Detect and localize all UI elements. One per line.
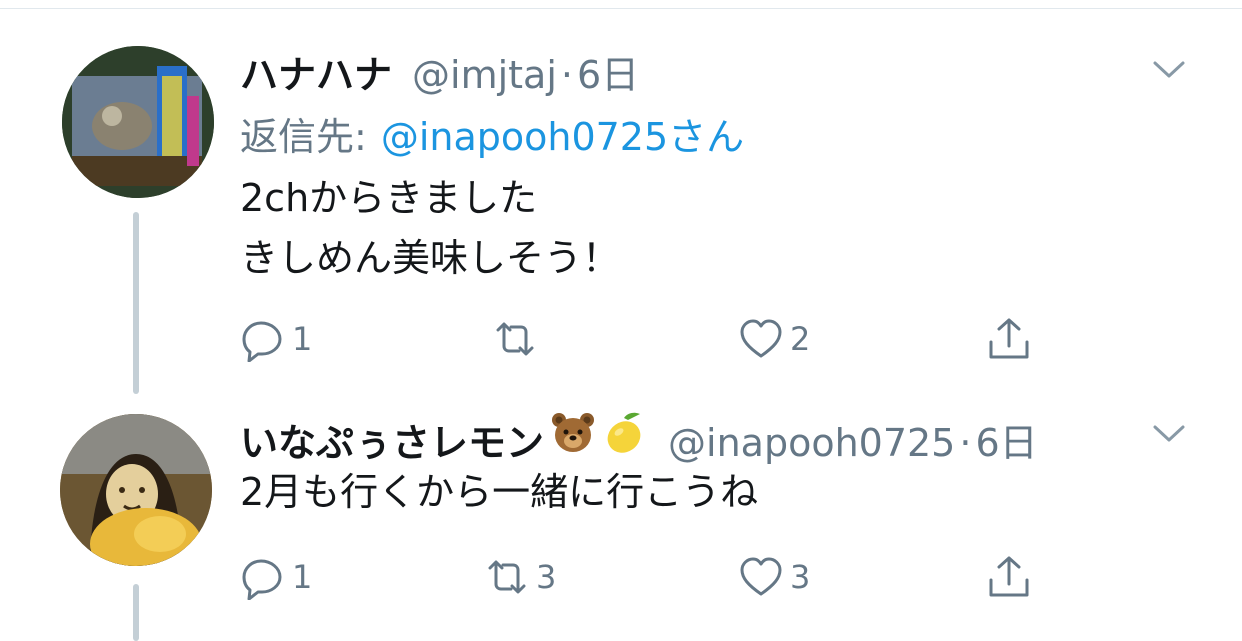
reply-mention-link[interactable]: @inapooh0725さん <box>381 115 744 159</box>
like-count: 3 <box>790 558 811 596</box>
action-bar: 1 3 3 <box>240 554 1040 604</box>
share-icon <box>989 318 1029 359</box>
reply-to: 返信先: @inapooh0725さん <box>240 106 744 161</box>
thread-line <box>133 584 139 641</box>
reply-button[interactable]: 1 <box>240 316 312 362</box>
avatar-image <box>62 46 214 198</box>
tweet-text-line: 2月も行くから一緒に行こうね <box>240 470 759 514</box>
lemon-emoji <box>607 412 641 453</box>
tweet-text-line: きしめん美味しそう！ <box>240 236 621 280</box>
display-name[interactable]: いなぷぅさレモン <box>240 412 544 467</box>
timestamp[interactable]: 6日 <box>577 44 639 99</box>
like-button[interactable]: 2 <box>738 316 810 362</box>
thread-line <box>133 212 139 394</box>
like-count: 2 <box>790 320 811 358</box>
avatar[interactable] <box>60 414 212 566</box>
avatar[interactable] <box>62 46 214 198</box>
chevron-down-icon[interactable] <box>1152 424 1186 444</box>
like-button[interactable]: 3 <box>738 554 810 600</box>
retweet-icon <box>496 322 534 356</box>
separator: · <box>959 421 972 465</box>
tweet-1[interactable]: ハナハナ @imjtaj · 6日 返信先: @inapooh0725さん 2ch… <box>0 0 1242 400</box>
action-bar: 1 2 <box>240 316 1040 366</box>
retweet-button[interactable] <box>492 316 544 362</box>
chevron-down-icon[interactable] <box>1152 60 1186 80</box>
avatar-image <box>60 414 212 566</box>
user-handle[interactable]: @imjtaj <box>412 53 557 97</box>
share-icon <box>989 556 1029 597</box>
tweet-text: 2chからきました きしめん美味しそう！ <box>240 168 620 288</box>
tweet-text-line: 2chからきました <box>240 176 538 220</box>
retweet-count: 3 <box>536 558 557 596</box>
heart-icon <box>740 319 782 358</box>
reply-count: 1 <box>292 320 313 358</box>
tweet-text: 2月も行くから一緒に行こうね <box>240 462 758 522</box>
reply-icon <box>242 559 282 600</box>
display-name[interactable]: ハナハナ <box>240 44 392 99</box>
bear-emoji <box>552 413 595 452</box>
share-button[interactable] <box>986 554 1032 600</box>
user-handle[interactable]: @inapooh0725 <box>668 421 955 465</box>
tweet-header: いなぷぅさレモン @inapooh0725 · 6日 <box>240 410 1038 467</box>
retweet-button[interactable]: 3 <box>484 554 556 600</box>
timestamp[interactable]: 6日 <box>975 412 1037 467</box>
reply-icon <box>242 321 282 362</box>
tweet-header: ハナハナ @imjtaj · 6日 <box>240 44 639 99</box>
share-button[interactable] <box>986 316 1032 362</box>
retweet-icon <box>488 560 526 594</box>
separator: · <box>560 53 573 97</box>
reply-button[interactable]: 1 <box>240 554 312 600</box>
heart-icon <box>740 557 782 596</box>
reply-count: 1 <box>292 558 313 596</box>
reply-to-label: 返信先: <box>240 115 367 159</box>
